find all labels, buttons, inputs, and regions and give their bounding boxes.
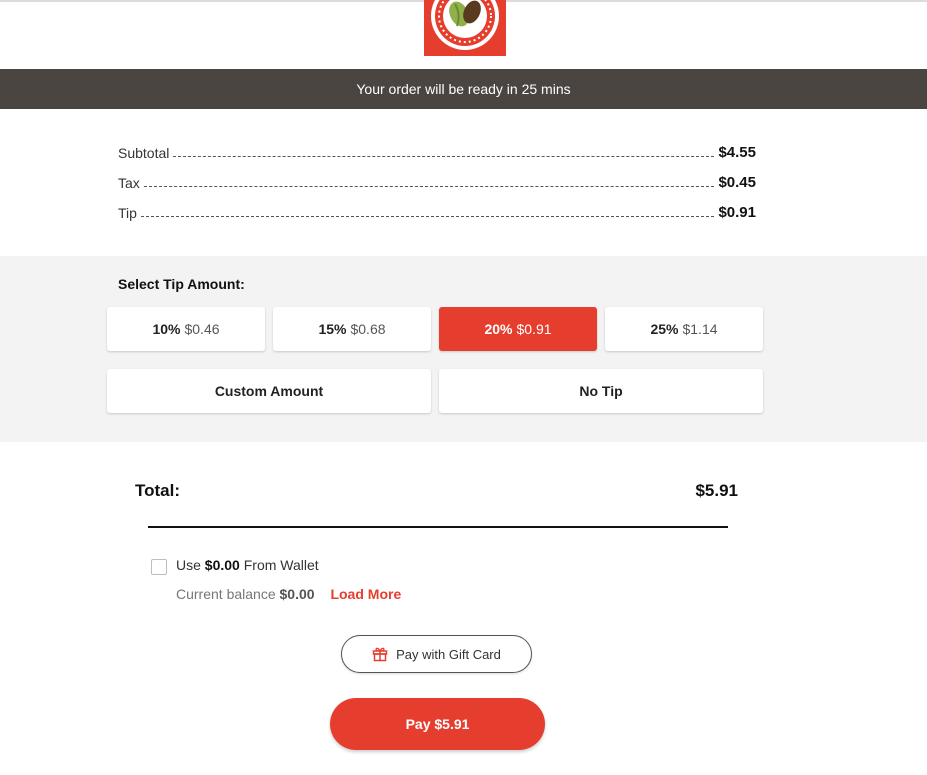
tip-heading: Select Tip Amount: (118, 276, 245, 292)
tip-value: $0.46 (184, 321, 220, 337)
balance-label: Current balance (176, 586, 276, 602)
custom-tip-button[interactable]: Custom Amount (107, 369, 431, 413)
wallet-checkbox[interactable] (151, 559, 167, 575)
tax-row: Tax $0.45 (118, 171, 756, 191)
total-label: Total: (135, 481, 181, 500)
pay-button[interactable]: Pay $5.91 (330, 698, 545, 750)
dotted-leader (140, 215, 715, 217)
wallet-use-prefix: Use (176, 557, 201, 573)
no-tip-label: No Tip (579, 383, 623, 399)
subtotal-label: Subtotal (118, 145, 170, 161)
no-tip-button[interactable]: No Tip (439, 369, 763, 413)
subtotal-row: Subtotal $4.55 (118, 141, 756, 161)
tip-value: $0.68 (350, 321, 386, 337)
wallet-use-amount: $0.00 (204, 557, 240, 573)
gift-card-label: Pay with Gift Card (396, 646, 501, 662)
ready-time-text: Your order will be ready in 25 mins (356, 81, 571, 97)
gift-icon (372, 647, 388, 662)
custom-tip-label: Custom Amount (214, 383, 324, 399)
coffee-bean-logo-icon (431, 0, 499, 50)
dotted-leader (143, 185, 715, 187)
tip-percent: 20% (484, 321, 513, 337)
load-more-link[interactable]: Load More (330, 586, 401, 602)
pay-button-label: Pay $5.91 (405, 716, 470, 732)
tip-amount: $0.91 (718, 204, 756, 221)
tax-label: Tax (118, 175, 140, 191)
wallet-use-suffix: From Wallet (243, 557, 319, 573)
tip-option-20[interactable]: 20% $0.91 (439, 307, 597, 351)
tip-selector: Select Tip Amount: 10% $0.46 15% $0.68 2… (0, 256, 927, 442)
tax-amount: $0.45 (718, 174, 756, 191)
tip-value: $0.91 (516, 321, 552, 337)
wallet-use-text[interactable]: Use $0.00 From Wallet (176, 557, 319, 573)
ready-time-banner: Your order will be ready in 25 mins (0, 69, 927, 109)
tip-percent: 25% (650, 321, 679, 337)
tip-label: Tip (118, 205, 137, 221)
subtotal-amount: $4.55 (718, 144, 756, 161)
wallet-balance: Current balance $0.00 Load More (176, 586, 401, 602)
pay-with-gift-card-button[interactable]: Pay with Gift Card (341, 635, 532, 673)
dotted-leader (173, 155, 715, 157)
tip-option-25[interactable]: 25% $1.14 (605, 307, 763, 351)
total-amount: $5.91 (695, 481, 738, 500)
tip-value: $1.14 (682, 321, 718, 337)
balance-amount: $0.00 (279, 586, 315, 602)
tip-percent: 10% (152, 321, 181, 337)
tip-row: Tip $0.91 (118, 201, 756, 221)
total-row: Total: $5.91 (135, 481, 738, 501)
brand-logo (424, 0, 506, 56)
tip-option-15[interactable]: 15% $0.68 (273, 307, 431, 351)
total-divider (148, 526, 728, 528)
tip-percent: 15% (318, 321, 347, 337)
tip-option-10[interactable]: 10% $0.46 (107, 307, 265, 351)
